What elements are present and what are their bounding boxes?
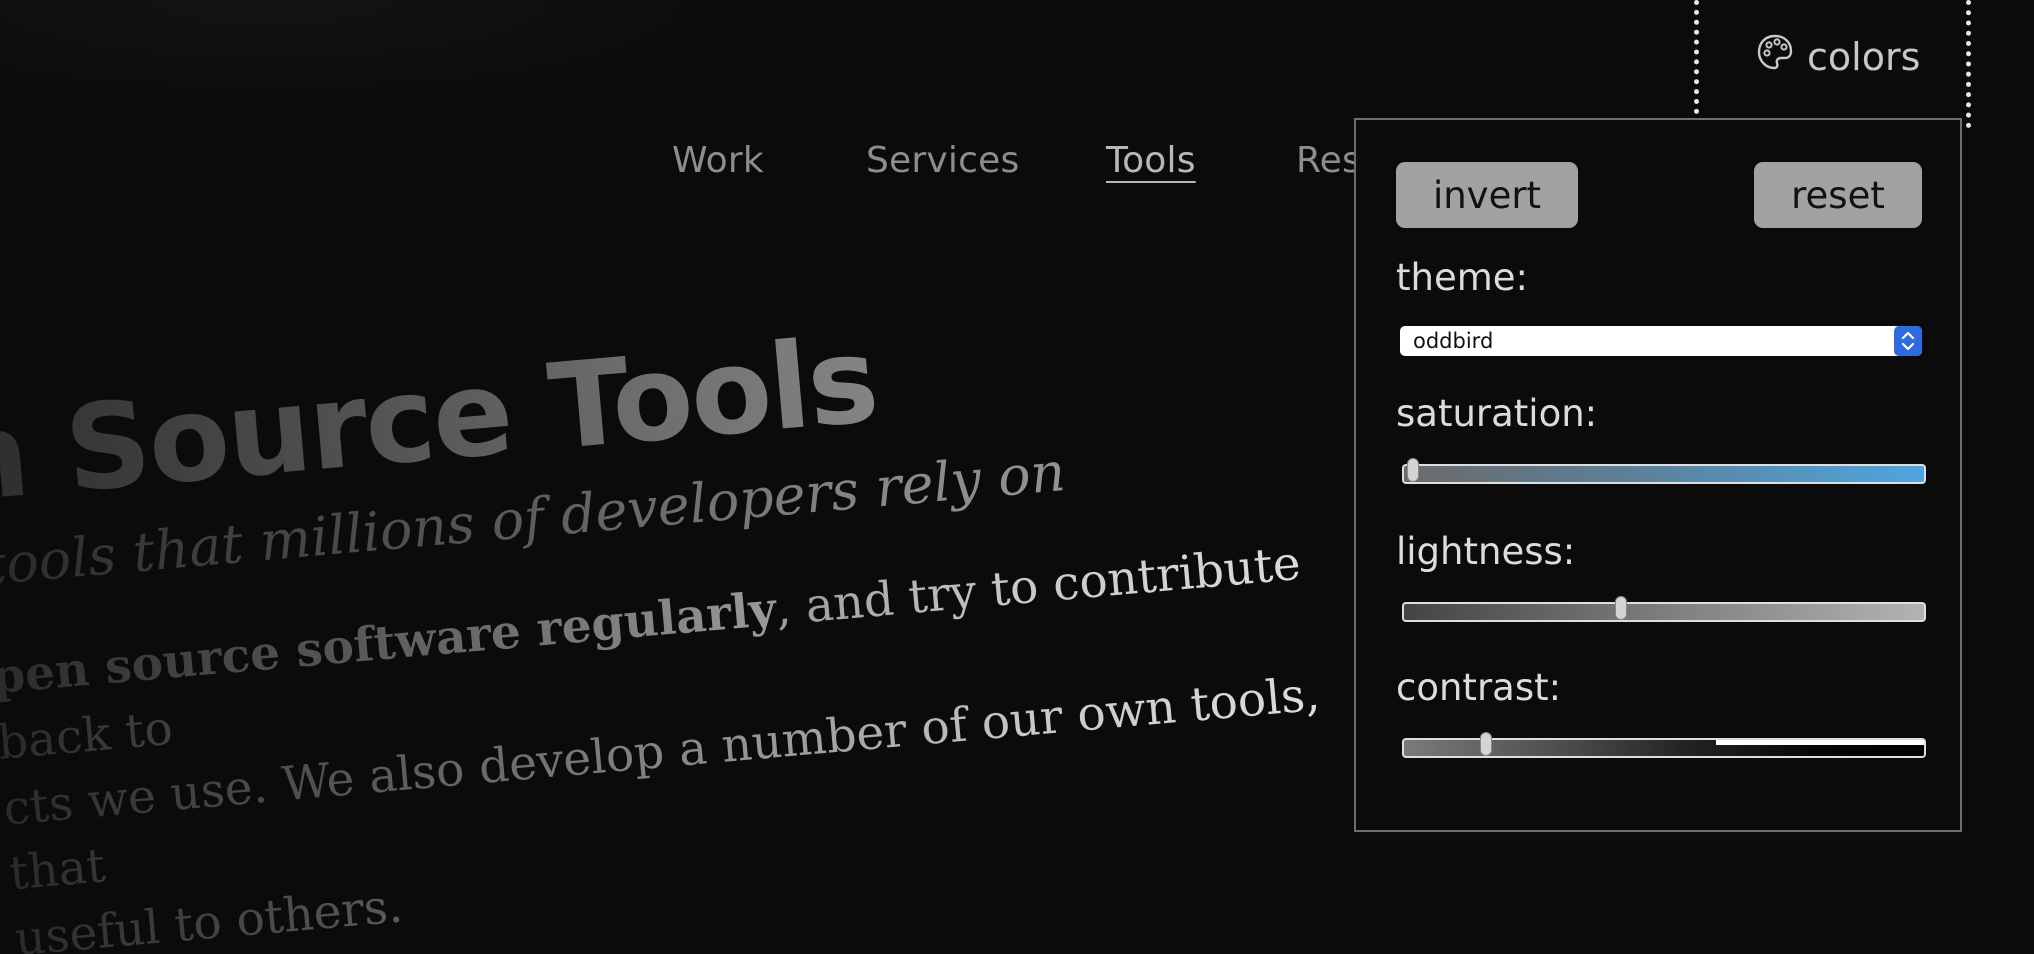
theme-select[interactable]: oddbird (1400, 326, 1922, 356)
page: Work Services Tools Res colors n Source … (0, 0, 2034, 954)
nav-item-work[interactable]: Work (672, 140, 764, 181)
palette-icon (1755, 32, 1795, 81)
saturation-label: saturation: (1396, 392, 1598, 435)
colors-toggle-border-left (1694, 0, 1699, 114)
saturation-slider[interactable] (1402, 458, 1926, 484)
invert-button[interactable]: invert (1396, 162, 1578, 228)
contrast-slider-thumb[interactable] (1480, 732, 1492, 756)
reset-button[interactable]: reset (1754, 162, 1922, 228)
theme-label: theme: (1396, 256, 1528, 299)
colors-toggle-label: colors (1807, 34, 1921, 79)
nav-item-services[interactable]: Services (866, 140, 1019, 181)
contrast-slider[interactable] (1402, 732, 1926, 758)
select-arrows-icon (1894, 326, 1922, 356)
intro-bold-text: pen source software regularly (0, 581, 779, 706)
nav-item-tools[interactable]: Tools (1106, 140, 1196, 181)
header-background (0, 0, 900, 130)
colors-toggle-border-right (1966, 0, 1971, 128)
theme-select-value: oddbird (1413, 329, 1494, 353)
lightness-slider-thumb[interactable] (1615, 596, 1628, 620)
saturation-slider-thumb[interactable] (1407, 458, 1420, 482)
colors-toggle-button[interactable]: colors (1755, 32, 1920, 81)
intro-text-line2: cts we use. We also develop a number of … (1, 666, 1323, 902)
lightness-slider[interactable] (1402, 596, 1926, 622)
hero-section: n Source Tools tools that millions of de… (0, 278, 1405, 954)
colors-panel: invert reset theme: oddbird saturation: … (1354, 118, 1962, 832)
contrast-label: contrast: (1396, 666, 1562, 709)
page-intro: pen source software regularly, and try t… (0, 526, 1383, 954)
lightness-label: lightness: (1396, 530, 1576, 573)
